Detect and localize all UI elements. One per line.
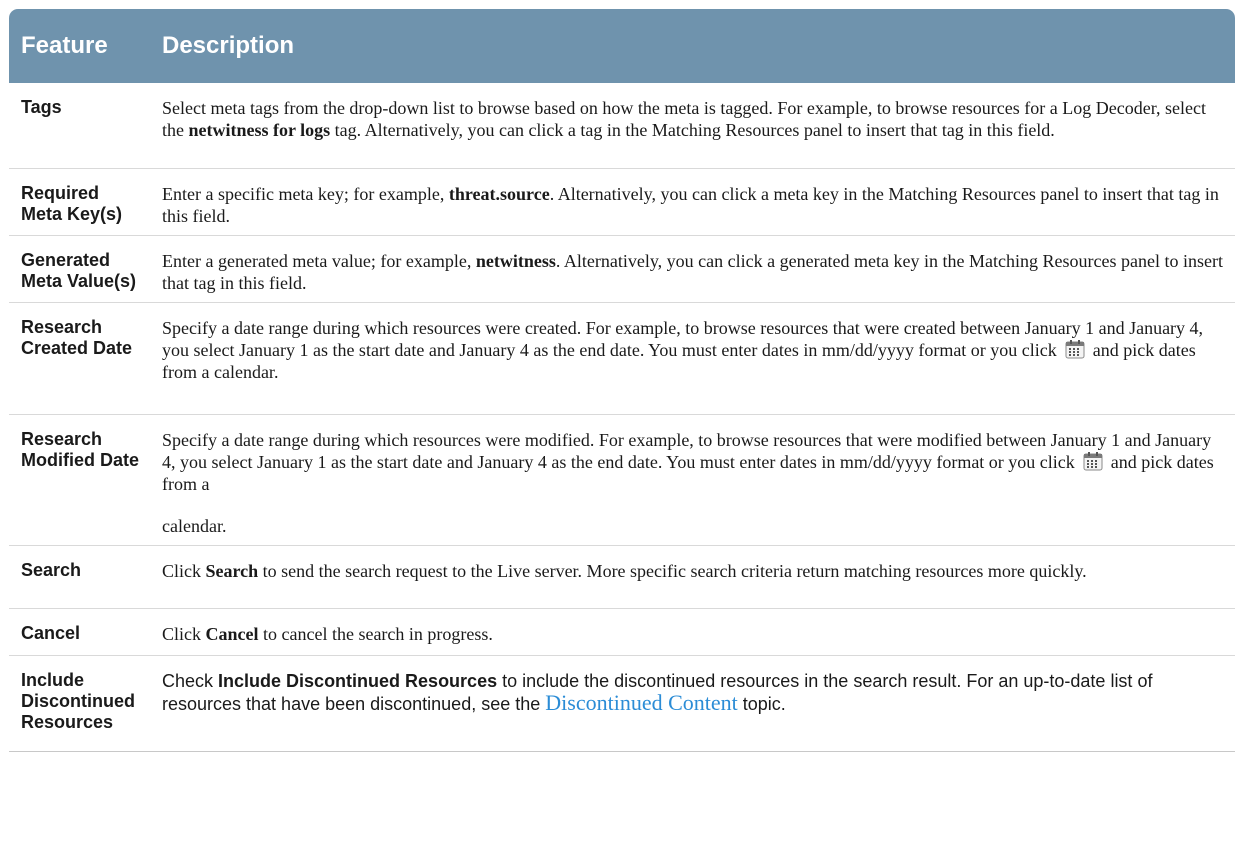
description-cell: Specify a date range during which resour… [150, 414, 1235, 546]
description-cell: Enter a specific meta key; for example, … [150, 168, 1235, 236]
description-cell: Specify a date range during which resour… [150, 302, 1235, 415]
description-text: to cancel the search in progress. [258, 623, 493, 644]
calendar-icon[interactable] [1083, 451, 1103, 471]
feature-cell: Cancel [9, 608, 150, 656]
description-text: Enter a generated meta value; for exampl… [162, 250, 476, 271]
description-text: Check [162, 670, 219, 691]
header-description: Description [150, 9, 1235, 83]
feature-cell: Include Discontinued Resources [9, 655, 150, 752]
bold-term: Cancel [205, 623, 259, 644]
bold-term: Include Discontinued Resources [218, 670, 498, 691]
bold-term: netwitness [475, 250, 556, 271]
description-text: Click [162, 623, 206, 644]
table-row: Search Click Search to send the search r… [9, 545, 1235, 609]
bold-term: Search [205, 560, 259, 581]
description-text: Enter a specific meta key; for example, [162, 183, 449, 204]
table-header-row: Feature Description [9, 9, 1235, 83]
description-text: calendar. [162, 515, 227, 536]
table-row: Required Meta Key(s) Enter a specific me… [9, 168, 1235, 236]
description-text: topic. [737, 693, 786, 714]
bold-term: threat.source [448, 183, 550, 204]
feature-table: Feature Description Tags Select meta tag… [9, 9, 1235, 752]
table-row: Research Created Date Specify a date ran… [9, 302, 1235, 415]
calendar-icon[interactable] [1065, 339, 1085, 359]
feature-cell: Research Modified Date [9, 414, 150, 546]
feature-cell: Required Meta Key(s) [9, 168, 150, 236]
feature-cell: Research Created Date [9, 302, 150, 415]
table-row: Include Discontinued Resources Check Inc… [9, 655, 1235, 752]
feature-cell: Search [9, 545, 150, 609]
description-text: Specify a date range during which resour… [162, 317, 1204, 360]
bold-term: netwitness for logs [188, 120, 331, 140]
table-row: Generated Meta Value(s) Enter a generate… [9, 235, 1235, 303]
description-cell: Select meta tags from the drop-down list… [150, 83, 1235, 169]
description-cell: Click Cancel to cancel the search in pro… [150, 608, 1235, 656]
table-row: Cancel Click Cancel to cancel the search… [9, 608, 1235, 656]
feature-cell: Generated Meta Value(s) [9, 235, 150, 303]
description-cell: Enter a generated meta value; for exampl… [150, 235, 1235, 303]
description-cell: Click Search to send the search request … [150, 545, 1235, 609]
description-text: to send the search request to the Live s… [258, 560, 1087, 581]
description-cell: Check Include Discontinued Resources to … [150, 655, 1235, 752]
table-row: Tags Select meta tags from the drop-down… [9, 83, 1235, 169]
description-text: Click [162, 560, 206, 581]
header-feature: Feature [9, 9, 150, 83]
description-text: tag. Alternatively, you can click a tag … [330, 120, 1055, 140]
description-text: Specify a date range during which resour… [162, 429, 1212, 472]
table-row: Research Modified Date Specify a date ra… [9, 414, 1235, 546]
feature-cell: Tags [9, 83, 150, 169]
discontinued-content-link[interactable]: Discontinued Content [545, 690, 737, 715]
